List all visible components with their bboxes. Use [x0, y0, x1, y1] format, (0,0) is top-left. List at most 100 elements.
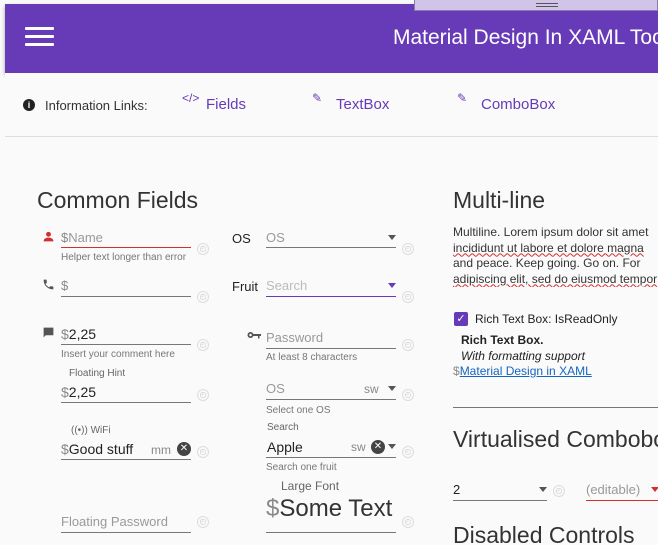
wifi-label: ((•)) WiFi	[71, 425, 111, 436]
large-font-underline	[266, 532, 396, 533]
clear-button[interactable]: ◴	[197, 339, 209, 351]
wifi-underline	[61, 459, 191, 460]
rich-text-underline	[453, 407, 658, 408]
password-underline	[266, 348, 396, 349]
search-label: Search	[267, 422, 299, 433]
content: Common Fields $Name Helper text longer t…	[5, 138, 658, 545]
clear-button[interactable]: ◴	[402, 339, 414, 351]
info-label: Information Links:	[45, 98, 148, 113]
menu-line	[25, 35, 54, 38]
virtualised-value: 2	[453, 482, 461, 497]
clear-button[interactable]: ◴	[402, 243, 414, 255]
info-bar: i Information Links: </> Fields ✎ TextBo…	[5, 73, 658, 137]
link-fields[interactable]: </> Fields	[182, 91, 247, 113]
floating-hint-value: 2,25	[68, 384, 97, 400]
chevron-down-icon	[388, 386, 396, 391]
search-value: Apple	[267, 439, 303, 455]
editable-placeholder: (editable)	[586, 482, 641, 497]
fruit-label: Fruit	[232, 279, 258, 294]
chevron-down-icon	[388, 283, 396, 288]
search-underline	[266, 457, 396, 458]
os-select-suffix: sw	[364, 382, 379, 396]
name-underline	[61, 247, 191, 248]
section-title-virtualised: Virtualised Combobox	[453, 426, 658, 452]
virtualised-underline	[453, 500, 547, 501]
phone-icon	[42, 278, 55, 294]
clear-x-icon[interactable]: ✕	[371, 440, 385, 454]
wifi-icon: ((•))	[71, 425, 88, 436]
rich-text-subtitle: With formatting support	[461, 349, 585, 363]
fruit-placeholder: Search	[266, 278, 308, 293]
pencil-icon: ✎	[457, 91, 468, 105]
os-select-placeholder: OS	[266, 381, 285, 396]
window-drag-handle[interactable]	[414, 0, 658, 11]
password-placeholder: Password	[266, 330, 324, 345]
app-title: Material Design In XAML Toolkit	[393, 26, 658, 49]
clear-button[interactable]: ◴	[402, 516, 414, 528]
clear-button[interactable]: ◴	[197, 389, 209, 401]
floating-password-underline	[61, 532, 191, 533]
large-font-value: Some Text	[279, 495, 393, 522]
search-suffix: sw	[351, 440, 366, 454]
grip-icon	[536, 3, 558, 7]
multiline-line: adipiscing elit, sed do eiusmod tempor	[453, 271, 658, 286]
key-icon	[247, 328, 261, 343]
os-placeholder: OS	[266, 230, 285, 245]
rich-text-link-line: $Material Design in XAML	[453, 364, 592, 378]
os-select-underline	[266, 399, 396, 400]
clear-button[interactable]: ◴	[197, 446, 209, 458]
pencil-icon: ✎	[312, 91, 323, 105]
rich-text-title: Rich Text Box.	[461, 333, 544, 347]
multiline-line: and peace. Keep going. Go on. For	[453, 256, 641, 270]
name-helper-text: Helper text longer than error	[61, 252, 187, 263]
floating-hint-underline	[61, 402, 191, 403]
floating-hint-label: Floating Hint	[69, 368, 126, 379]
name-placeholder: Name	[68, 230, 103, 245]
menu-line	[25, 43, 54, 46]
os-label: OS	[232, 231, 251, 246]
comment-value: 2,25	[68, 326, 97, 342]
page: Material Design In XAML Toolkit i Inform…	[0, 0, 658, 545]
link-textbox[interactable]: ✎ TextBox	[312, 91, 390, 113]
multiline-line: incididunt ut labore et dolore magna	[453, 240, 644, 255]
link-combobox-label: ComboBox	[481, 96, 556, 113]
clear-button[interactable]: ◴	[197, 516, 209, 528]
search-helper-text: Search one fruit	[266, 462, 337, 473]
link-fields-label: Fields	[206, 96, 247, 113]
chevron-down-icon	[539, 487, 547, 492]
account-icon	[42, 230, 55, 246]
multiline-textbox[interactable]: Multiline. Lorem ipsum dolor sit amet in…	[453, 225, 658, 287]
clear-x-icon[interactable]: ✕	[177, 442, 191, 456]
menu-line	[25, 27, 54, 30]
editable-underline	[586, 500, 658, 501]
wifi-value: Good stuff	[68, 441, 134, 457]
wifi-suffix: mm	[151, 443, 171, 457]
comment-icon	[42, 326, 55, 342]
phone-underline	[61, 296, 191, 297]
chevron-down-icon	[651, 487, 658, 492]
clear-button[interactable]: ◴	[553, 485, 565, 497]
code-icon: </>	[182, 91, 200, 105]
chevron-down-icon	[388, 444, 396, 449]
comment-helper-text: Insert your comment here	[61, 349, 175, 360]
comment-underline	[61, 344, 191, 345]
clear-button[interactable]: ◴	[402, 446, 414, 458]
clear-button[interactable]: ◴	[197, 291, 209, 303]
info-icon: i	[23, 99, 35, 111]
clear-button[interactable]: ◴	[402, 291, 414, 303]
section-title-multi-line: Multi-line	[453, 187, 546, 213]
os-underline	[266, 247, 396, 248]
section-title-disabled: Disabled Controls	[453, 522, 635, 545]
link-textbox-label: TextBox	[336, 96, 390, 113]
rich-text-link[interactable]: Material Design in XAML	[460, 364, 592, 378]
app-bar: Material Design In XAML Toolkit	[5, 4, 658, 73]
password-helper-text: At least 8 characters	[266, 352, 358, 363]
menu-toggle-button[interactable]	[25, 25, 54, 49]
clear-button[interactable]: ◴	[402, 389, 414, 401]
readonly-checkbox[interactable]: ✓	[454, 312, 468, 326]
clear-button[interactable]: ◴	[197, 243, 209, 255]
large-font-label: Large Font	[281, 479, 340, 493]
multiline-line: Multiline. Lorem ipsum dolor sit amet	[453, 225, 649, 239]
readonly-checkbox-label: Rich Text Box: IsReadOnly	[475, 312, 618, 326]
link-combobox[interactable]: ✎ ComboBox	[457, 91, 556, 113]
